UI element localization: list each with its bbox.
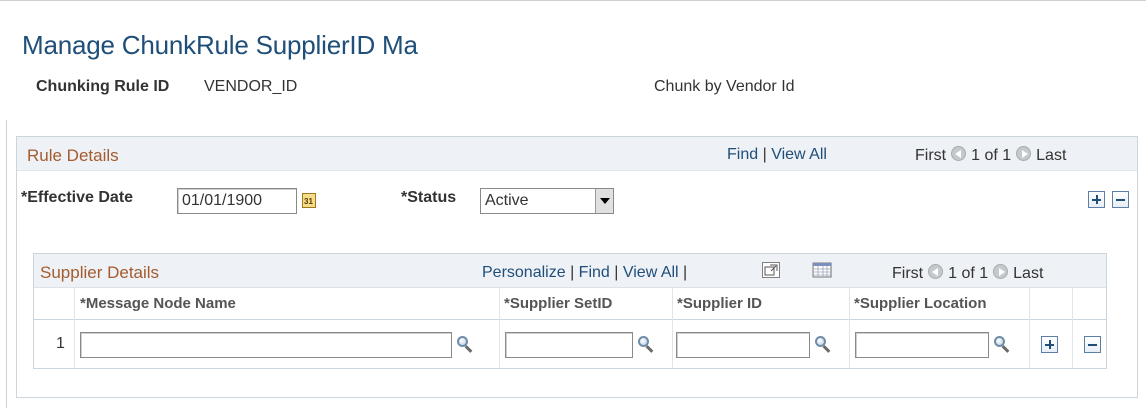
new-window-icon[interactable] (762, 262, 780, 278)
supplier-id-input[interactable] (676, 332, 810, 358)
column-divider (1029, 288, 1030, 368)
arrow-right-icon[interactable] (1016, 146, 1032, 161)
supplier-range: 1 of 1 (948, 265, 989, 282)
message-node-name-input[interactable] (80, 332, 452, 358)
rule-details-header: Rule Details Find | View All First 1 of 1… (17, 137, 1137, 171)
col-header-supplier-id[interactable]: *Supplier ID (677, 295, 762, 312)
rule-details-section: Rule Details Find | View All First 1 of 1… (16, 136, 1138, 398)
column-divider (672, 288, 673, 368)
supplier-details-grid: Supplier Details Personalize | Find | Vi… (33, 253, 1107, 369)
arrow-right-icon[interactable] (993, 264, 1009, 279)
personalize-link[interactable]: Personalize (482, 264, 566, 281)
delete-supplier-row-button[interactable] (1084, 336, 1101, 353)
column-divider (74, 288, 75, 368)
arrow-left-icon[interactable] (928, 264, 944, 279)
status-selected-value: Active (485, 192, 529, 209)
supplier-location-input[interactable] (855, 332, 989, 358)
add-supplier-row-button[interactable] (1041, 336, 1058, 353)
col-header-supplier-location[interactable]: *Supplier Location (854, 295, 987, 312)
supplier-view-all-link[interactable]: View All (623, 264, 679, 281)
magnifier-icon[interactable] (457, 336, 473, 353)
rule-details-pager: First 1 of 1 Last (915, 146, 1066, 165)
effective-date-label: *Effective Date (21, 189, 134, 206)
column-divider (849, 288, 850, 368)
effective-date-input[interactable] (177, 188, 297, 214)
supplier-details-pager: First 1 of 1 Last (892, 264, 1043, 283)
rule-first-label: First (915, 147, 947, 164)
spreadsheet-icon[interactable] (812, 262, 832, 278)
rule-view-all-link[interactable]: View All (771, 146, 827, 163)
chunking-rule-description: Chunk by Vendor Id (654, 78, 795, 95)
magnifier-icon[interactable] (994, 336, 1010, 353)
delete-row-button[interactable] (1112, 191, 1129, 208)
add-row-button[interactable] (1088, 191, 1105, 208)
page-title: Manage ChunkRule SupplierID Ma (22, 30, 418, 60)
calendar-icon[interactable]: 31 (302, 193, 316, 208)
status-label: *Status (401, 189, 457, 206)
column-divider (1072, 288, 1073, 368)
chunking-rule-value: VENDOR_ID (204, 78, 298, 95)
rule-details-nav: Find | View All (727, 146, 827, 164)
col-header-message-node-name[interactable]: *Message Node Name (80, 295, 236, 312)
row-number: 1 (56, 335, 65, 352)
rule-details-title: Rule Details (27, 146, 119, 165)
status-select[interactable]: Active (480, 188, 614, 214)
magnifier-icon[interactable] (638, 336, 654, 353)
rule-find-link[interactable]: Find (727, 146, 758, 163)
rule-last-label: Last (1036, 147, 1067, 164)
rule-range: 1 of 1 (971, 147, 1012, 164)
supplier-details-header: Supplier Details Personalize | Find | Vi… (34, 254, 1106, 288)
col-header-supplier-setid[interactable]: *Supplier SetID (504, 295, 612, 312)
supplier-details-nav: Personalize | Find | View All | (482, 264, 688, 281)
chunking-rule-label: Chunking Rule ID (36, 78, 170, 95)
column-header-row: *Message Node Name *Supplier SetID *Supp… (34, 288, 1106, 320)
outer-border (6, 120, 7, 408)
supplier-setid-input[interactable] (505, 332, 633, 358)
arrow-left-icon[interactable] (951, 146, 967, 161)
supplier-last-label: Last (1013, 265, 1044, 282)
supplier-first-label: First (892, 265, 924, 282)
chevron-down-icon[interactable] (595, 189, 613, 213)
supplier-details-title: Supplier Details (40, 263, 160, 282)
supplier-find-link[interactable]: Find (579, 264, 610, 281)
column-divider (499, 288, 500, 368)
nav-separator: | (762, 146, 767, 163)
magnifier-icon[interactable] (815, 336, 831, 353)
